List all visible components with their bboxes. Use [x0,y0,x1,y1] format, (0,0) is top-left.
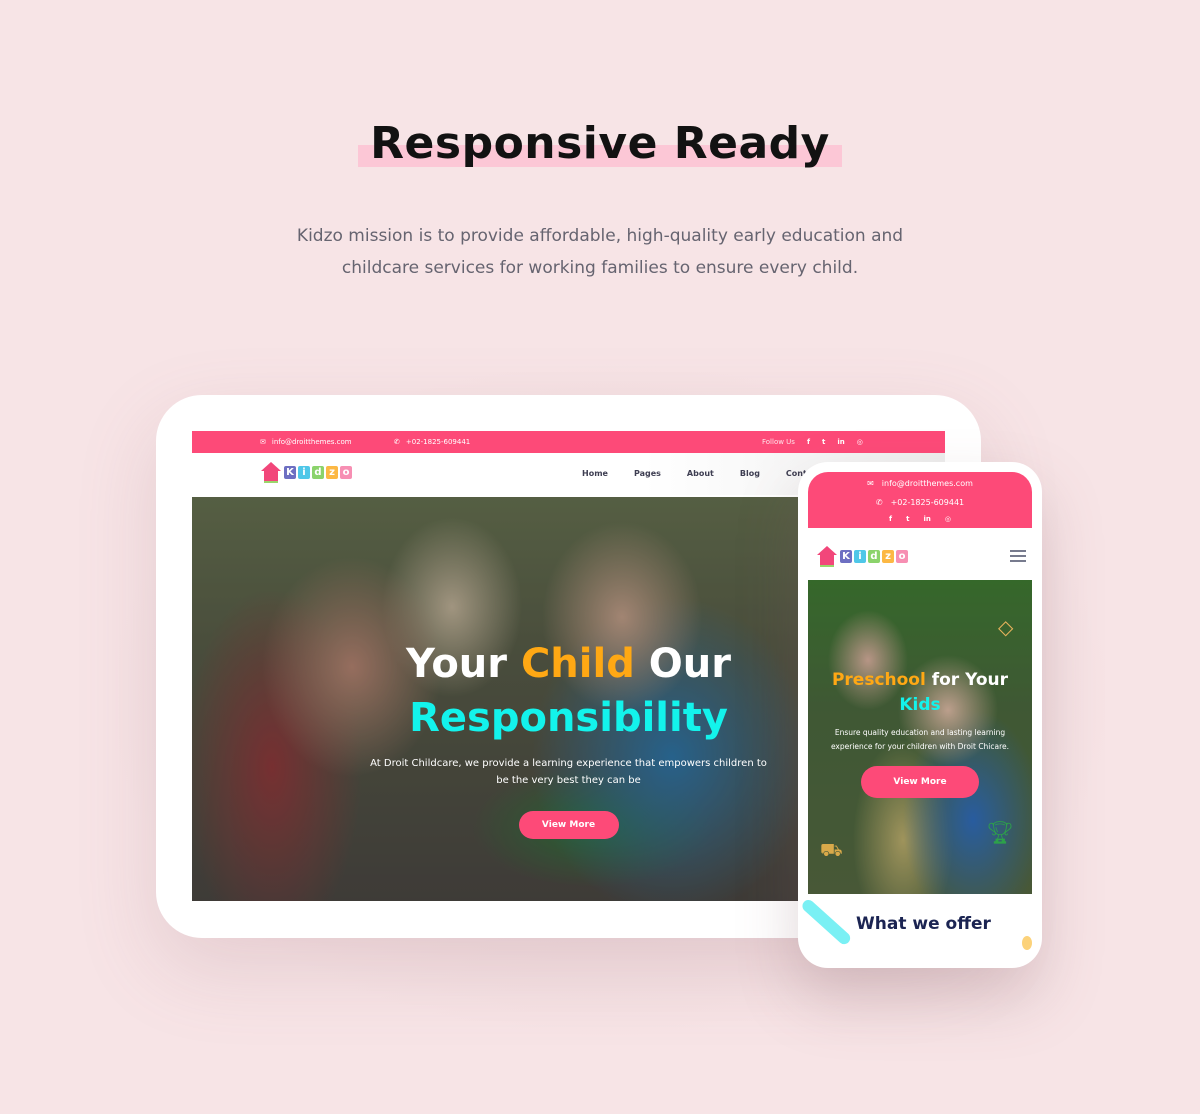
logo-letter: K [840,549,852,563]
menu-item-blog[interactable]: Blog [740,469,760,478]
house-logo-icon [260,462,282,483]
logo-letter: o [896,549,908,563]
logo-letter: i [854,549,866,563]
phone-navbar: K i d z o [808,528,1032,580]
facebook-icon[interactable]: f [889,515,892,523]
tablet-topbar: ✉ info@droitthemes.com ✆ +02-1825-609441… [192,431,945,453]
dribbble-icon[interactable]: ◎ [945,515,951,523]
trophy-icon: 🏆︎ [986,820,1014,845]
topbar-social: Follow Us f t in ◎ [762,438,863,446]
phone-social-links: f t in ◎ [808,512,1032,526]
linkedin-icon[interactable]: in [923,515,930,523]
view-more-button[interactable]: View More [861,766,979,798]
what-we-offer-heading: What we offer [856,914,991,934]
decorative-sun-icon [1022,936,1032,950]
phone-topbar: ✉ info@droitthemes.com ✆ +02-1825-609441… [808,472,1032,528]
follow-us-label: Follow Us [762,438,795,446]
section-subtitle: Kidzo mission is to provide affordable, … [296,226,904,278]
phone-hero-image: ⛟ 🏆︎ ◇ Preschool for Your Kids Ensure qu… [808,580,1032,894]
logo-letter: z [326,465,338,479]
phone-icon: ✆ [394,438,400,446]
car-icon: ⛟ [820,840,843,860]
kite-icon: ◇ [998,617,1014,639]
phone-topbar-email[interactable]: ✉ info@droitthemes.com [808,474,1032,493]
hamburger-menu-icon[interactable] [1010,550,1026,562]
twitter-icon[interactable]: t [906,515,909,523]
logo-letter: d [312,465,324,479]
dribbble-icon[interactable]: ◎ [857,438,863,446]
topbar-email[interactable]: ✉ info@droitthemes.com [260,438,352,446]
menu-item-home[interactable]: Home [580,463,608,485]
linkedin-icon[interactable]: in [837,438,844,446]
house-logo-icon [816,546,838,567]
email-icon: ✉ [867,479,874,488]
logo-letter: i [298,465,310,479]
phone-hero-content: Preschool for Your Kids Ensure quality e… [808,668,1032,798]
menu-item-about[interactable]: About [687,469,714,478]
page-title: Responsive Ready [358,118,842,169]
logo-letter: d [868,549,880,563]
twitter-icon[interactable]: t [822,438,825,446]
email-icon: ✉ [260,438,266,446]
hero-description: Ensure quality education and lasting lea… [830,728,1010,751]
logo-letter: K [284,465,296,479]
view-more-button[interactable]: View More [518,811,619,839]
facebook-icon[interactable]: f [807,438,810,446]
decorative-brush-stroke [799,897,853,947]
phone-icon: ✆ [875,498,883,507]
logo-letter: z [882,549,894,563]
kidzo-logo[interactable]: K i d z o [816,546,908,567]
topbar-phone[interactable]: ✆ +02-1825-609441 [394,438,470,446]
logo-letter: o [340,465,352,479]
section-header: Responsive Ready [0,118,1200,169]
kidzo-logo[interactable]: K i d z o [260,462,352,483]
phone-mockup: ✉ info@droitthemes.com ✆ +02-1825-609441… [798,462,1042,968]
menu-item-pages[interactable]: Pages [634,469,661,478]
hero-title: Preschool for Your Kids [831,670,1009,715]
phone-topbar-phone[interactable]: ✆ +02-1825-609441 [808,493,1032,512]
